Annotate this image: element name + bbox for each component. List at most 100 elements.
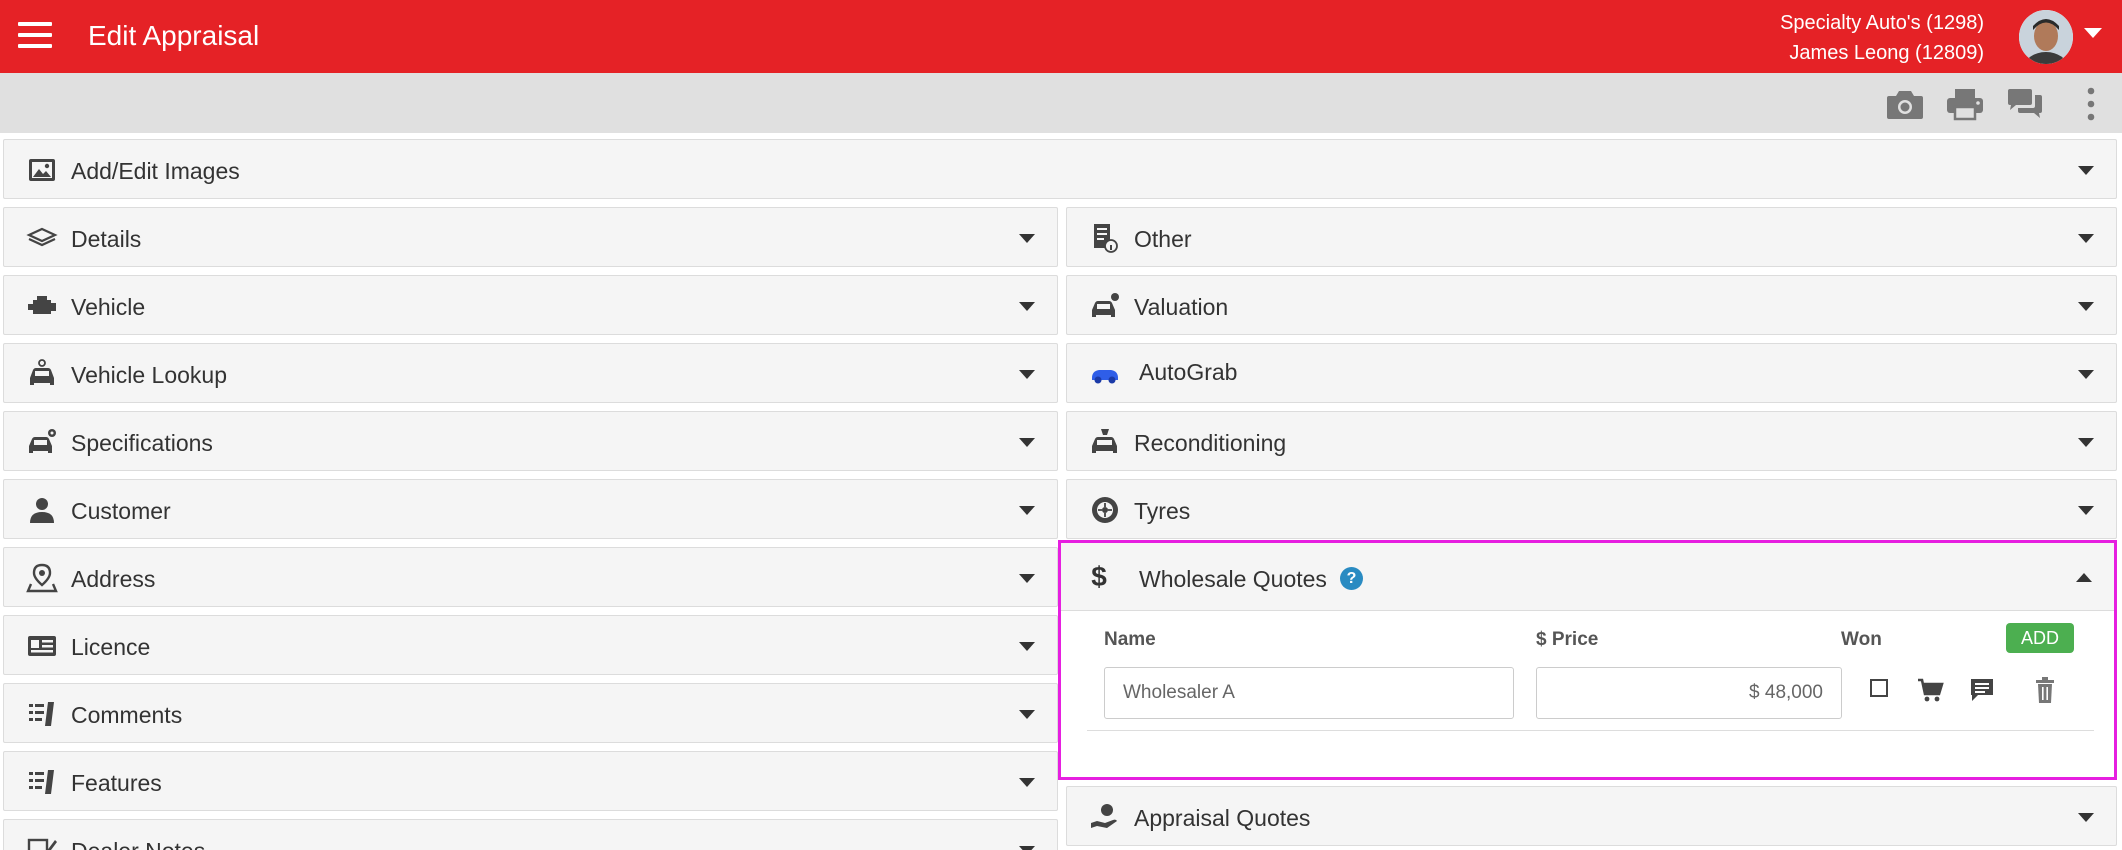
section-header[interactable]: Details [4,208,1057,268]
camera-icon[interactable] [1886,87,1924,121]
chevron-down-icon[interactable] [1019,846,1035,850]
menu-icon[interactable] [18,22,52,50]
car-valuation-icon [1089,290,1121,322]
layers-icon [26,222,58,254]
section-label: Appraisal Quotes [1134,805,1311,831]
section-header[interactable]: Vehicle [4,276,1057,336]
chevron-down-icon[interactable] [2078,302,2094,311]
app-header: Edit Appraisal Specialty Auto's (1298) J… [0,0,2122,73]
dollar-icon: $ [1083,561,1115,593]
section-header[interactable]: Tyres [1067,480,2116,540]
comment-icon[interactable] [1968,676,1996,704]
person-icon [26,494,58,526]
won-checkbox[interactable] [1870,679,1888,697]
section-header[interactable]: Vehicle Lookup [4,344,1057,404]
chevron-down-icon[interactable] [1019,234,1035,243]
edit-note-icon [26,834,58,850]
chevron-down-icon[interactable] [1019,710,1035,719]
section-label: Reconditioning [1134,430,1287,456]
section-customer[interactable]: Customer [3,479,1058,539]
chevron-down-icon[interactable] [1019,778,1035,787]
document-info-icon [1089,222,1121,254]
car-settings-icon [26,426,58,458]
autograb-logo-icon [1089,358,1121,390]
user-info: Specialty Auto's (1298) James Leong (128… [1780,8,1984,68]
add-quote-button[interactable]: ADD [2006,623,2074,653]
section-label: Other [1134,226,1192,252]
chevron-down-icon[interactable] [2084,28,2102,38]
id-card-icon [26,630,58,662]
chevron-down-icon[interactable] [2078,506,2094,515]
chevron-down-icon[interactable] [2078,438,2094,447]
map-pin-icon [26,562,58,594]
section-valuation[interactable]: Valuation [1066,275,2117,335]
page-title: Edit Appraisal [88,20,260,51]
section-label: Licence [71,634,151,660]
section-tyres[interactable]: Tyres [1066,479,2117,539]
section-label: Valuation [1134,294,1229,320]
chevron-down-icon[interactable] [2078,370,2094,379]
section-header[interactable]: Specifications [4,412,1057,472]
checklist-pen-icon [26,698,58,730]
section-label: Comments [71,702,183,728]
chat-icon[interactable] [2006,87,2044,121]
section-label: Tyres [1134,498,1191,524]
more-vert-icon[interactable] [2074,87,2108,121]
row-divider [1087,730,2094,731]
car-repair-icon [1089,426,1121,458]
section-reconditioning[interactable]: Reconditioning [1066,411,2117,471]
section-label: Customer [71,498,171,524]
section-vehicle-lookup[interactable]: Vehicle Lookup [3,343,1058,403]
chevron-down-icon[interactable] [1019,506,1035,515]
section-details[interactable]: Details [3,207,1058,267]
chevron-down-icon[interactable] [1019,370,1035,379]
dealer-name: Specialty Auto's (1298) [1780,12,1984,34]
section-licence[interactable]: Licence [3,615,1058,675]
section-address[interactable]: Address [3,547,1058,607]
cart-icon[interactable] [1916,676,1944,704]
chevron-down-icon[interactable] [2078,234,2094,243]
section-vehicle[interactable]: Vehicle [3,275,1058,335]
section-header[interactable]: Licence [4,616,1057,676]
print-icon[interactable] [1946,87,1984,121]
section-header[interactable]: Valuation [1067,276,2116,336]
section-header[interactable]: AutoGrab [1067,344,2116,404]
chevron-down-icon[interactable] [2078,813,2094,822]
tyre-icon [1089,494,1121,526]
trash-icon[interactable] [2031,676,2059,704]
section-add-edit-images[interactable]: Add/Edit Images [3,139,2117,199]
section-appraisal-quotes[interactable]: Appraisal Quotes [1066,786,2117,846]
section-label: Details [71,226,142,252]
section-label: Features [71,770,162,796]
help-icon[interactable]: ? [1340,567,1363,590]
hand-coin-icon [1089,801,1121,833]
section-header[interactable]: Customer [4,480,1057,540]
section-header[interactable]: Reconditioning [1067,412,2116,472]
chevron-up-icon[interactable] [2076,573,2092,582]
section-autograb[interactable]: AutoGrab [1066,343,2117,403]
chevron-down-icon[interactable] [1019,642,1035,651]
avatar[interactable] [2019,10,2073,64]
section-header[interactable]: Dealer Notes [4,820,1057,850]
action-toolbar [0,73,2122,133]
wholesaler-name-input[interactable]: Wholesaler A [1104,667,1514,719]
section-other[interactable]: Other [1066,207,2117,267]
section-features[interactable]: Features [3,751,1058,811]
section-header[interactable]: Other [1067,208,2116,268]
column-header-name: Name [1104,629,1156,650]
section-header[interactable]: Address [4,548,1057,608]
price-input[interactable]: $ 48,000 [1536,667,1842,719]
chevron-down-icon[interactable] [1019,302,1035,311]
chevron-down-icon[interactable] [1019,574,1035,583]
section-header[interactable]: Comments [4,684,1057,744]
chevron-down-icon[interactable] [2078,166,2094,175]
section-header[interactable]: Appraisal Quotes [1067,787,2116,847]
chevron-down-icon[interactable] [1019,438,1035,447]
section-header[interactable]: Add/Edit Images [4,140,2116,200]
section-specifications[interactable]: Specifications [3,411,1058,471]
section-comments[interactable]: Comments [3,683,1058,743]
section-dealer-notes[interactable]: Dealer Notes [3,819,1058,850]
section-header[interactable]: Features [4,752,1057,812]
section-header[interactable]: $ Wholesale Quotes ? [1061,543,2114,611]
section-label: Specifications [71,430,213,456]
